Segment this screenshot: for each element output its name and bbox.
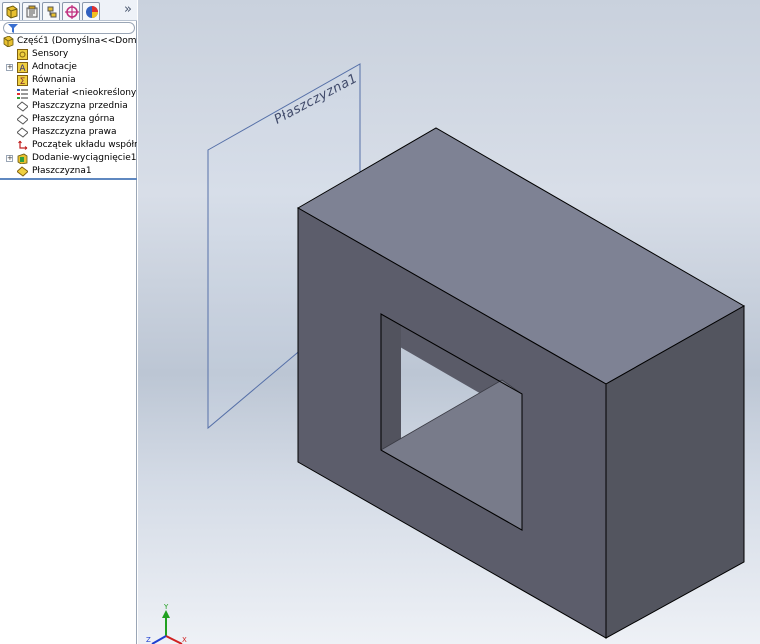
feature-tree: Część1 (Domyślna<<Domyśln Sensory + A Ad… [0,35,137,178]
tree-item-origin[interactable]: Początek układu współrzędn [0,139,137,152]
filter-icon [8,24,18,33]
plane-icon [17,101,28,112]
triad-y-label: Y [163,603,169,611]
tab-configuration-manager[interactable] [42,2,60,20]
tree-item-label: Początek układu współrzędn [32,140,137,150]
tree-item-label: Płaszczyzna przednia [32,101,128,111]
hole-inner-left [381,314,401,450]
part-icon [3,36,14,47]
tree-item-material[interactable]: Materiał <nieokreślony> [0,87,137,100]
tree-item-annotations[interactable]: + A Adnotacje [0,61,137,74]
equations-icon: Σ [17,75,28,86]
tree-item-equations[interactable]: Σ Równania [0,74,137,87]
extrude-icon [17,153,28,164]
tab-dimxpert-manager[interactable] [62,2,80,20]
triad-z-label: Z [146,636,151,644]
expand-toggle[interactable]: + [6,155,13,162]
feature-manager-panel: » Część1 (Domyślna<<Domyśln Sensory + [0,0,137,644]
extruded-body[interactable] [296,127,746,639]
configuration-manager-icon [47,6,57,18]
svg-text:A: A [19,64,26,73]
display-manager-icon [86,6,98,18]
tree-item-label: Adnotacje [32,62,77,72]
tree-item-front-plane[interactable]: Płaszczyzna przednia [0,100,137,113]
tree-filter-input[interactable] [3,22,135,34]
tree-item-label: Materiał <nieokreślony> [32,88,137,98]
material-icon [17,89,28,99]
dimxpert-icon [65,5,79,19]
svg-text:Σ: Σ [20,77,26,86]
tab-display-manager[interactable] [82,2,100,20]
plane-icon [17,114,28,125]
plane-selected-icon [17,166,28,177]
graphics-viewport[interactable]: Płaszczyzna1 Y X Z [138,0,760,644]
property-manager-icon [26,5,38,18]
tree-item-plane1[interactable]: Płaszczyzna1 [0,165,137,178]
tree-item-label: Równania [32,75,76,85]
tree-root-part[interactable]: Część1 (Domyślna<<Domyśln [0,35,137,48]
tree-root-label: Część1 (Domyślna<<Domyśln [17,36,137,46]
annotations-icon: A [17,62,28,73]
origin-icon [18,140,28,150]
coordinate-triad: Y X Z [146,603,187,644]
tree-item-label: Dodanie-wyciągnięcie1 [32,153,137,163]
plane-icon [17,127,28,138]
tree-item-extrude[interactable]: + Dodanie-wyciągnięcie1 [0,152,137,165]
sensors-icon [17,49,28,60]
tree-item-top-plane[interactable]: Płaszczyzna górna [0,113,137,126]
tree-item-label: Płaszczyzna1 [32,166,92,176]
tree-item-label: Płaszczyzna górna [32,114,115,124]
model-scene: Płaszczyzna1 Y X Z [146,63,746,644]
expand-tabs-button[interactable]: » [122,1,134,19]
tab-property-manager[interactable] [22,2,40,20]
expand-toggle[interactable]: + [6,64,13,71]
tab-feature-manager[interactable] [2,2,20,20]
triad-x-label: X [182,636,187,644]
tree-item-label: Płaszczyzna prawa [32,127,117,137]
manager-tab-bar: » [0,0,137,21]
feature-manager-icon [6,5,18,19]
tree-item-right-plane[interactable]: Płaszczyzna prawa [0,126,137,139]
tree-item-label: Sensory [32,49,69,59]
tree-item-sensors[interactable]: Sensory [0,48,137,61]
tree-end-divider [0,178,137,180]
